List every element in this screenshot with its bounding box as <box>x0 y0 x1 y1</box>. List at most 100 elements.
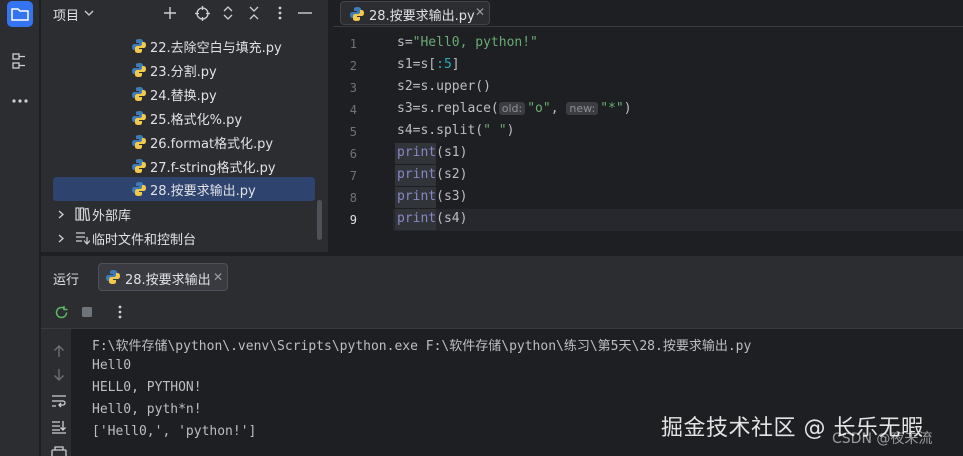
tree-item-external-libraries[interactable]: 外部库 <box>41 202 328 226</box>
code-line-7[interactable]: print(s2) <box>397 167 467 182</box>
library-icon <box>75 207 90 221</box>
print-icon[interactable] <box>51 444 67 456</box>
close-icon[interactable]: ✕ <box>475 5 485 19</box>
project-title[interactable]: 项目 <box>53 5 79 24</box>
code-line-4[interactable]: s3=s.replace(old: "o", new: "*") <box>397 101 632 116</box>
line-number: 5 <box>349 125 357 139</box>
options-icon[interactable] <box>271 4 289 22</box>
python-file-icon <box>106 270 120 284</box>
console-line: Hell0 <box>92 358 132 373</box>
run-config-tab[interactable]: 28.按要求输出 ✕ <box>98 263 228 291</box>
chevron-right-icon[interactable] <box>58 210 64 219</box>
python-file-icon <box>132 39 146 53</box>
code-token: , <box>550 101 559 116</box>
more-icon <box>12 99 28 103</box>
structure-icon <box>12 53 25 69</box>
tree-item-file-24[interactable]: 24.替换.py <box>41 82 328 106</box>
soft-wrap-icon[interactable] <box>51 393 67 409</box>
code-line-3[interactable]: s2=s.upper() <box>397 79 491 94</box>
file-label: 25.格式化%.py <box>150 113 243 128</box>
python-file-icon <box>132 159 146 173</box>
chevron-down-icon[interactable] <box>84 9 94 17</box>
line-number: 2 <box>349 59 357 73</box>
string-literal: "Hell0, python!" <box>412 35 538 50</box>
python-file-icon <box>132 135 146 149</box>
run-title: 运行 <box>53 273 80 288</box>
locate-icon[interactable] <box>193 4 211 22</box>
line-number: 4 <box>349 103 357 117</box>
editor-tab-label: 28.按要求输出.py <box>369 9 475 24</box>
code-line-2[interactable]: s1=s[:5] <box>397 57 460 72</box>
tree-item-file-25[interactable]: 25.格式化%.py <box>41 106 328 130</box>
code-line-6[interactable]: print(s1) <box>397 145 467 160</box>
line-number: 7 <box>349 169 357 183</box>
structure-tool-button[interactable] <box>7 48 33 74</box>
project-header: 项目 <box>41 0 328 26</box>
tree-item-file-26[interactable]: 26.format格式化.py <box>41 130 328 154</box>
console-line: ['Hell0,', 'python!'] <box>92 424 257 439</box>
down-icon[interactable] <box>51 367 67 383</box>
code-token: (s1) <box>436 145 468 160</box>
code-line-1[interactable]: s="Hell0, python!" <box>397 35 538 50</box>
stop-icon[interactable] <box>79 304 95 320</box>
builtin-print: print <box>397 145 437 160</box>
code-token: (s3) <box>436 189 468 204</box>
code-line-8[interactable]: print(s3) <box>397 189 467 204</box>
python-file-icon <box>132 182 146 196</box>
tree-item-file-27[interactable]: 27.f-string格式化.py <box>41 154 328 178</box>
code-token: s3=s.replace( <box>397 101 499 116</box>
project-tool-button[interactable] <box>7 1 33 27</box>
line-number: 6 <box>349 147 357 161</box>
file-label: 26.format格式化.py <box>150 137 274 152</box>
tree-item-file-28-selected[interactable]: 28.按要求输出.py <box>53 177 315 201</box>
python-file-icon <box>132 87 146 101</box>
up-icon[interactable] <box>51 343 67 359</box>
add-icon[interactable] <box>161 4 179 22</box>
folder-icon <box>11 8 29 21</box>
editor-tab-active[interactable]: 28.按要求输出.py ✕ <box>340 1 490 25</box>
string-literal: " " <box>483 123 507 138</box>
line-number-current: 9 <box>349 213 357 227</box>
line-number: 1 <box>349 37 357 51</box>
options-icon[interactable] <box>112 304 128 320</box>
current-line-highlight <box>393 209 963 231</box>
scratches-label: 临时文件和控制台 <box>92 233 197 248</box>
editor-tab-bar: 28.按要求输出.py ✕ <box>333 0 963 27</box>
builtin-print: print <box>397 167 437 182</box>
string-literal: "o" <box>527 101 551 116</box>
chevron-right-icon[interactable] <box>58 234 64 243</box>
tree-item-file-23[interactable]: 23.分割.py <box>41 58 328 82</box>
code-token: ) <box>623 101 632 116</box>
file-label: 27.f-string格式化.py <box>150 161 276 176</box>
code-token: s1=s[ <box>397 57 437 72</box>
console-line-command: F:\软件存储\python\.venv\Scripts\python.exe … <box>92 339 752 354</box>
line-number: 8 <box>349 191 357 205</box>
close-icon[interactable]: ✕ <box>213 270 223 284</box>
parameter-hint: new: <box>566 102 599 115</box>
code-token: s= <box>397 35 413 50</box>
python-file-icon <box>350 7 364 21</box>
code-token: ) <box>506 123 515 138</box>
code-line-5[interactable]: s4=s.split(" ") <box>397 123 514 138</box>
scratch-icon <box>76 232 90 245</box>
code-line-9[interactable]: print(s4) <box>397 211 467 226</box>
more-tools-button[interactable] <box>7 88 33 114</box>
file-label: 24.替换.py <box>150 89 217 104</box>
project-scrollbar[interactable] <box>317 200 322 240</box>
tree-item-file-22[interactable]: 22.去除空白与填充.py <box>41 34 328 58</box>
hide-icon[interactable] <box>296 4 314 22</box>
collapse-icon[interactable] <box>245 4 263 22</box>
code-token: s2=s.upper() <box>397 79 491 94</box>
code-token: (s4) <box>436 211 468 226</box>
number-literal: :5 <box>436 57 452 72</box>
file-label: 28.按要求输出.py <box>150 184 256 199</box>
rerun-icon[interactable] <box>53 304 69 320</box>
tree-item-scratches[interactable]: 临时文件和控制台 <box>41 226 328 250</box>
editor-pane: 28.按要求输出.py ✕ 1 2 3 4 5 6 7 8 9 s="Hell0… <box>333 0 963 252</box>
python-file-icon <box>132 63 146 77</box>
file-label: 22.去除空白与填充.py <box>150 41 282 56</box>
code-token: ] <box>451 57 460 72</box>
builtin-print: print <box>397 211 437 226</box>
scroll-end-icon[interactable] <box>51 419 67 435</box>
expand-icon[interactable] <box>219 4 237 22</box>
